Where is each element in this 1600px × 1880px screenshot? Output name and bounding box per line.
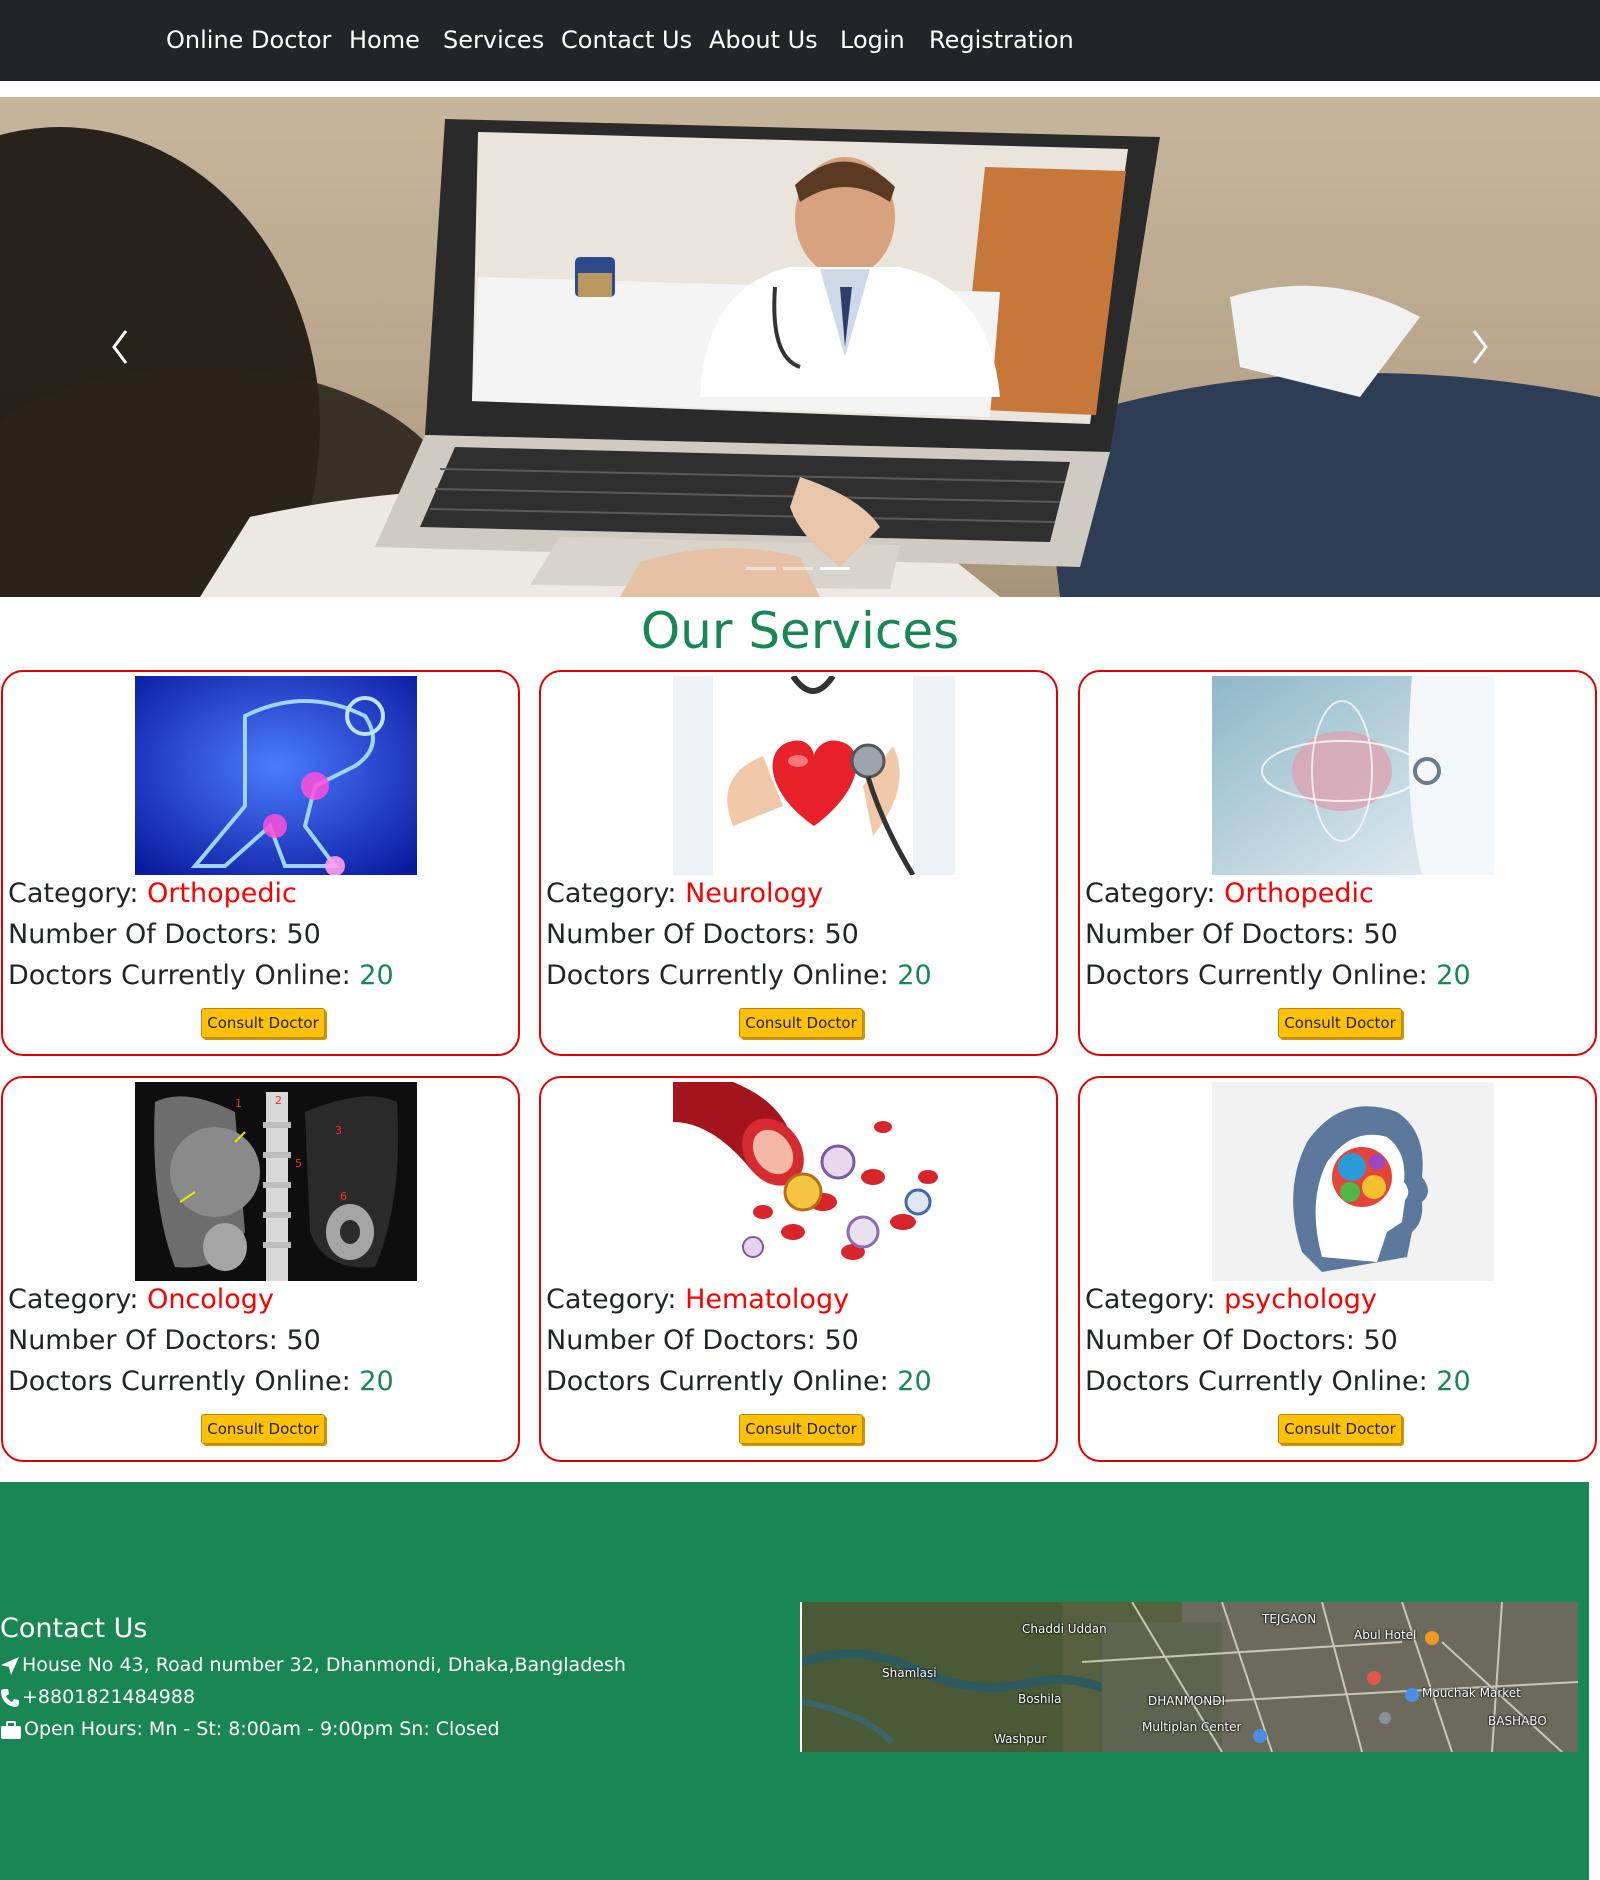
doctors-online-count: 20 [1436, 1366, 1471, 1397]
map-label: Chaddi Uddan [1022, 1622, 1107, 1636]
consult-doctor-button[interactable]: Consult Doctor [201, 1008, 325, 1038]
carousel-next-button[interactable] [1460, 319, 1500, 375]
doctors-count: 50 [286, 919, 321, 950]
doctors-online-line: Doctors Currently Online: 20 [546, 1366, 932, 1397]
doctors-count: 50 [1363, 919, 1398, 950]
services-title: Our Services [640, 602, 960, 660]
consult-doctor-button[interactable]: Consult Doctor [1278, 1008, 1402, 1038]
category-line: Category: Orthopedic [1085, 878, 1374, 909]
doctor-video-call-image [0, 119, 1600, 597]
phone-icon [1, 1688, 19, 1707]
map-label: TEJGAON [1262, 1612, 1317, 1626]
service-card: Category: psychology Number Of Doctors: … [1078, 1076, 1597, 1462]
category-value: Orthopedic [1224, 878, 1374, 909]
location-arrow-icon [1, 1656, 19, 1675]
carousel-prev-button[interactable] [100, 319, 140, 375]
category-value: Oncology [147, 1284, 274, 1315]
nav-link-about-us[interactable]: About Us [709, 0, 818, 81]
map-label: Washpur [994, 1732, 1047, 1746]
location-map[interactable]: TEJGAON Chaddi Uddan Abul Hotel Shamlasi… [800, 1602, 1578, 1752]
ct-scan-image: 1 2 3 5 6 [135, 1082, 417, 1281]
contact-hours: Open Hours: Mn - St: 8:00am - 9:00pm Sn:… [0, 1718, 500, 1740]
doctors-online-count: 20 [897, 1366, 932, 1397]
hero-carousel [0, 97, 1600, 597]
service-card: Category: Orthopedic Number Of Doctors: … [1, 670, 520, 1056]
service-card: Category: Orthopedic Number Of Doctors: … [1078, 670, 1597, 1056]
map-label: Abul Hotel [1354, 1628, 1417, 1642]
carousel-indicator-1[interactable] [746, 567, 776, 570]
doctors-online-line: Doctors Currently Online: 20 [8, 1366, 394, 1397]
carousel-indicator-3[interactable] [820, 567, 850, 570]
consult-doctor-button[interactable]: Consult Doctor [739, 1008, 863, 1038]
doctors-online-count: 20 [1436, 960, 1471, 991]
brand-link[interactable]: Online Doctor [166, 0, 331, 81]
map-label: Shamlasi [882, 1666, 937, 1680]
doctors-count-line: Number Of Doctors: 50 [8, 1325, 321, 1356]
nav-link-contact-us[interactable]: Contact Us [561, 0, 692, 81]
doctors-online-line: Doctors Currently Online: 20 [8, 960, 394, 991]
service-card: 1 2 3 5 6 Category: Oncology Number Of Docto… [1, 1076, 520, 1462]
svg-text:1: 1 [235, 1097, 242, 1110]
doctors-count: 50 [824, 919, 859, 950]
skeleton-joint-pain-image [135, 676, 417, 875]
category-value: Orthopedic [147, 878, 297, 909]
contact-phone: +8801821484988 [0, 1686, 195, 1708]
chevron-left-icon [112, 330, 128, 364]
carousel-indicator-2[interactable] [783, 567, 813, 570]
map-label: Boshila [1018, 1692, 1062, 1706]
doctors-count: 50 [824, 1325, 859, 1356]
service-card: Category: Neurology Number Of Doctors: 5… [539, 670, 1058, 1056]
svg-text:5: 5 [295, 1157, 302, 1170]
doctors-count-line: Number Of Doctors: 50 [1085, 919, 1398, 950]
footer: Contact Us House No 43, Road number 32, … [0, 1482, 1589, 1880]
category-line: Category: Hematology [546, 1284, 850, 1315]
map-label: Mouchak Market [1422, 1686, 1521, 1700]
doctors-online-line: Doctors Currently Online: 20 [1085, 1366, 1471, 1397]
contact-title: Contact Us [0, 1613, 148, 1644]
nav-link-services[interactable]: Services [443, 0, 544, 81]
map-label: BASHABO [1488, 1714, 1547, 1728]
chevron-right-icon [1472, 330, 1488, 364]
category-line: Category: Oncology [8, 1284, 274, 1315]
svg-text:2: 2 [275, 1094, 282, 1107]
consult-doctor-button[interactable]: Consult Doctor [739, 1414, 863, 1444]
doctors-online-count: 20 [359, 960, 394, 991]
doctors-online-count: 20 [897, 960, 932, 991]
colorful-mind-image [1212, 1082, 1494, 1281]
service-card: Category: Hematology Number Of Doctors: … [539, 1076, 1058, 1462]
brain-doctor-image [1212, 676, 1494, 875]
category-line: Category: Orthopedic [8, 878, 297, 909]
category-value: Hematology [685, 1284, 850, 1315]
briefcase-icon [1, 1720, 21, 1739]
category-value: Neurology [685, 878, 824, 909]
heart-stethoscope-image [673, 676, 955, 875]
category-line: Category: psychology [1085, 1284, 1377, 1315]
map-label: DHANMONDI [1148, 1694, 1226, 1708]
doctors-count: 50 [286, 1325, 321, 1356]
doctors-count: 50 [1363, 1325, 1398, 1356]
contact-address: House No 43, Road number 32, Dhanmondi, … [0, 1654, 626, 1676]
blood-cells-image [673, 1082, 955, 1281]
doctors-count-line: Number Of Doctors: 50 [1085, 1325, 1398, 1356]
nav-link-login[interactable]: Login [840, 0, 905, 81]
doctors-count-line: Number Of Doctors: 50 [546, 1325, 859, 1356]
doctors-online-count: 20 [359, 1366, 394, 1397]
consult-doctor-button[interactable]: Consult Doctor [1278, 1414, 1402, 1444]
svg-text:3: 3 [335, 1124, 342, 1137]
nav-link-registration[interactable]: Registration [929, 0, 1074, 81]
navbar: Online Doctor Home Services Contact Us A… [0, 0, 1600, 81]
svg-text:6: 6 [340, 1190, 347, 1203]
map-label: Multiplan Center [1142, 1720, 1242, 1734]
doctors-online-line: Doctors Currently Online: 20 [546, 960, 932, 991]
category-line: Category: Neurology [546, 878, 824, 909]
nav-link-home[interactable]: Home [349, 0, 420, 81]
consult-doctor-button[interactable]: Consult Doctor [201, 1414, 325, 1444]
doctors-count-line: Number Of Doctors: 50 [8, 919, 321, 950]
doctors-online-line: Doctors Currently Online: 20 [1085, 960, 1471, 991]
category-value: psychology [1224, 1284, 1377, 1315]
doctors-count-line: Number Of Doctors: 50 [546, 919, 859, 950]
